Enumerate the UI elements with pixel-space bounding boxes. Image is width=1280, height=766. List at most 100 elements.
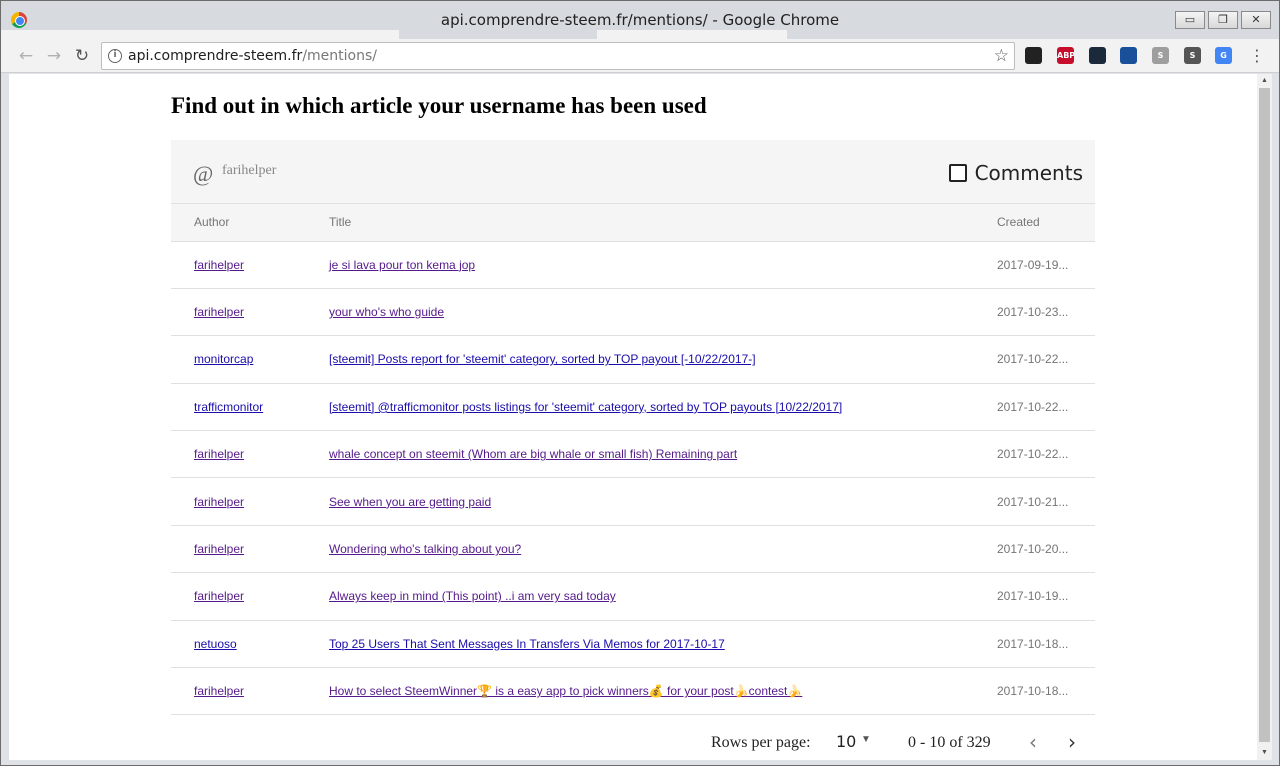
- author-link[interactable]: farihelper: [194, 495, 244, 509]
- chrome-menu-icon[interactable]: ⋮: [1249, 46, 1265, 65]
- back-icon[interactable]: ←: [15, 45, 37, 67]
- created-cell: 2017-10-18...: [997, 620, 1095, 669]
- tab-right[interactable]: [597, 30, 787, 39]
- username-input[interactable]: [222, 163, 522, 179]
- table-row: farihelper Wondering who's talking about …: [171, 525, 1095, 574]
- comments-toggle[interactable]: Comments: [948, 161, 1083, 185]
- title-cell: Wondering who's talking about you?: [329, 525, 997, 574]
- rows-per-page-select[interactable]: 10: [836, 732, 856, 751]
- comments-label: Comments: [974, 161, 1083, 185]
- table-row: farihelper Always keep in mind (This poin…: [171, 572, 1095, 621]
- author-link[interactable]: farihelper: [194, 542, 244, 556]
- mentions-card: @ Comments Author Title Created farihelp…: [171, 140, 1095, 716]
- page-title: Find out in which article your username …: [171, 93, 707, 118]
- bookmark-star-icon[interactable]: ☆: [994, 46, 1009, 66]
- title-cell: Top 25 Users That Sent Messages In Trans…: [329, 620, 997, 669]
- scroll-down-icon[interactable]: ▼: [1257, 746, 1272, 760]
- table-row: farihelper How to select SteemWinner🏆 is …: [171, 667, 1095, 716]
- abp-icon[interactable]: ABP: [1057, 47, 1075, 64]
- header-title[interactable]: Title: [329, 204, 997, 242]
- caret-down-icon[interactable]: ▼: [861, 734, 871, 745]
- browser-window: api.comprendre-steem.fr/mentions/ - Goog…: [0, 0, 1280, 766]
- author-link[interactable]: farihelper: [194, 684, 244, 698]
- browser-toolbar: ← → ↻ i api.comprendre-steem.fr/mentions…: [1, 39, 1279, 73]
- table-row: farihelper whale concept on steemit (Whom…: [171, 430, 1095, 479]
- table-row: monitorcap [steemit] Posts report for 'st…: [171, 335, 1095, 384]
- scroll-thumb[interactable]: [1259, 88, 1270, 742]
- scroll-up-icon[interactable]: ▲: [1257, 74, 1272, 88]
- restore-button[interactable]: ❐: [1208, 11, 1238, 29]
- title-link[interactable]: See when you are getting paid: [329, 495, 491, 509]
- title-cell: je si lava pour ton kema jop: [329, 241, 997, 289]
- title-link[interactable]: [steemit] Posts report for 'steemit' cat…: [329, 352, 756, 366]
- next-page-icon[interactable]: ›: [1068, 730, 1076, 754]
- address-bar[interactable]: i api.comprendre-steem.fr/mentions/ ☆: [101, 42, 1015, 70]
- created-cell: 2017-10-20...: [997, 525, 1095, 574]
- author-link[interactable]: monitorcap: [194, 352, 253, 366]
- table-header-row: Author Title Created: [171, 204, 1095, 242]
- steem-icon[interactable]: [1120, 47, 1137, 64]
- table-row: trafficmonitor [steemit] @trafficmonitor …: [171, 383, 1095, 432]
- forward-icon[interactable]: →: [43, 45, 65, 67]
- search-bar: @ Comments: [171, 140, 1095, 204]
- table-row: netuoso Top 25 Users That Sent Messages I…: [171, 620, 1095, 669]
- author-cell: farihelper: [171, 241, 329, 289]
- author-cell: netuoso: [171, 620, 329, 669]
- title-link[interactable]: Wondering who's talking about you?: [329, 542, 521, 556]
- author-link[interactable]: farihelper: [194, 589, 244, 603]
- info-icon[interactable]: i: [108, 49, 122, 63]
- header-author[interactable]: Author: [171, 204, 329, 242]
- page-scrollbar[interactable]: ▲ ▼: [1257, 74, 1272, 760]
- author-cell: farihelper: [171, 525, 329, 574]
- title-link[interactable]: your who's who guide: [329, 305, 444, 319]
- title-link[interactable]: Always keep in mind (This point) ..i am …: [329, 589, 616, 603]
- author-cell: farihelper: [171, 477, 329, 526]
- author-link[interactable]: farihelper: [194, 258, 244, 272]
- created-cell: 2017-10-22...: [997, 335, 1095, 384]
- url-path: /mentions/: [302, 48, 377, 64]
- at-sign-icon: @: [193, 161, 214, 186]
- s-dark-icon[interactable]: S: [1184, 47, 1201, 64]
- rows-per-page-label: Rows per page:: [711, 734, 811, 751]
- table-row: farihelper See when you are getting paid 2…: [171, 477, 1095, 526]
- title-link[interactable]: How to select SteemWinner🏆 is a easy app…: [329, 684, 802, 698]
- author-link[interactable]: farihelper: [194, 447, 244, 461]
- created-cell: 2017-10-18...: [997, 667, 1095, 716]
- created-cell: 2017-10-22...: [997, 430, 1095, 479]
- author-link[interactable]: trafficmonitor: [194, 400, 263, 414]
- comments-checkbox[interactable]: [948, 164, 967, 182]
- page-viewport: Find out in which article your username …: [9, 74, 1257, 760]
- author-cell: farihelper: [171, 572, 329, 621]
- window-title: api.comprendre-steem.fr/mentions/ - Goog…: [440, 11, 840, 29]
- tab-left[interactable]: [1, 30, 399, 39]
- title-cell: whale concept on steemit (Whom are big w…: [329, 430, 997, 479]
- title-link[interactable]: whale concept on steemit (Whom are big w…: [329, 447, 737, 461]
- title-cell: [steemit] Posts report for 'steemit' cat…: [329, 335, 997, 384]
- author-cell: farihelper: [171, 667, 329, 716]
- translate-icon[interactable]: G: [1215, 47, 1232, 64]
- table-row: farihelper je si lava pour ton kema jop 20…: [171, 241, 1095, 289]
- page-range: 0 - 10 of 329: [908, 734, 991, 751]
- created-cell: 2017-10-23...: [997, 288, 1095, 337]
- author-link[interactable]: netuoso: [194, 637, 237, 651]
- close-button[interactable]: ✕: [1241, 11, 1271, 29]
- reload-icon[interactable]: ↻: [71, 45, 93, 67]
- title-cell: [steemit] @trafficmonitor posts listings…: [329, 383, 997, 432]
- title-link[interactable]: je si lava pour ton kema jop: [329, 258, 475, 272]
- title-cell: How to select SteemWinner🏆 is a easy app…: [329, 667, 997, 716]
- window-controls: ▭ ❐ ✕: [1175, 11, 1271, 29]
- title-link[interactable]: Top 25 Users That Sent Messages In Trans…: [329, 637, 725, 651]
- chrome-ext-icon[interactable]: [1025, 47, 1042, 64]
- author-cell: monitorcap: [171, 335, 329, 384]
- minimize-button[interactable]: ▭: [1175, 11, 1205, 29]
- ext-dark-icon[interactable]: [1089, 47, 1106, 64]
- author-cell: farihelper: [171, 430, 329, 479]
- created-cell: 2017-09-19...: [997, 241, 1095, 289]
- title-link[interactable]: [steemit] @trafficmonitor posts listings…: [329, 400, 842, 414]
- s-icon[interactable]: S: [1152, 47, 1169, 64]
- url-text[interactable]: api.comprendre-steem.fr/mentions/: [128, 48, 377, 64]
- mentions-table: Author Title Created farihelper je si lav…: [171, 204, 1095, 716]
- prev-page-icon[interactable]: ‹: [1029, 730, 1037, 754]
- header-created[interactable]: Created: [997, 204, 1095, 242]
- author-link[interactable]: farihelper: [194, 305, 244, 319]
